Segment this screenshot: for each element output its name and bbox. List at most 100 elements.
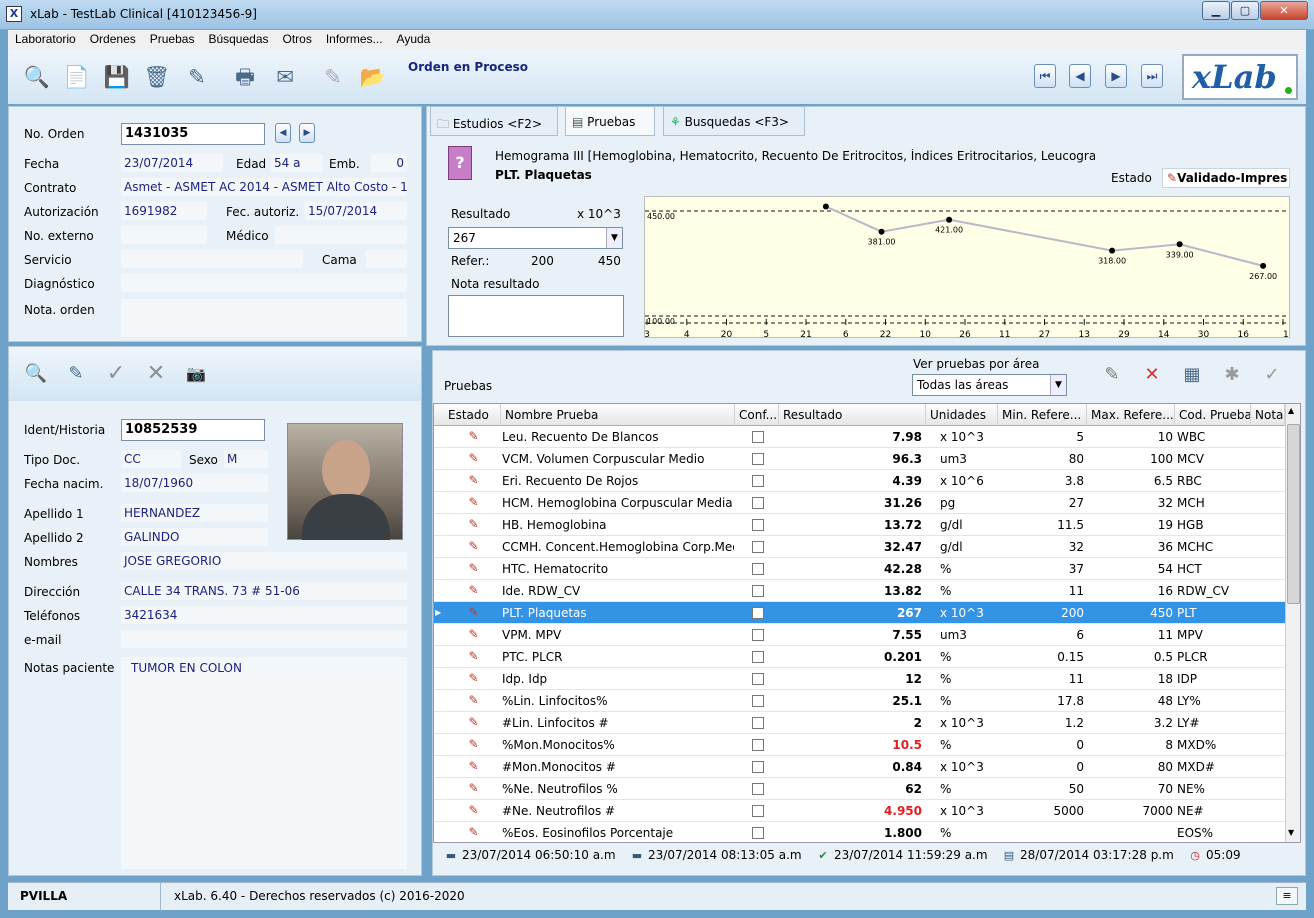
confirm-checkbox[interactable] xyxy=(752,453,764,465)
result-cell[interactable]: 7.98 xyxy=(779,426,922,448)
chevron-down-icon[interactable]: ▼ xyxy=(606,228,622,248)
confirm-checkbox[interactable] xyxy=(752,651,764,663)
table-row[interactable]: ✎ %Ne. Neutrofilos % 62% 50 70 NE% xyxy=(434,778,1285,800)
edit-status-icon[interactable]: ✎ xyxy=(466,737,481,752)
menu-laboratorio[interactable]: Laboratorio xyxy=(8,30,83,46)
confirm-checkbox[interactable] xyxy=(752,475,764,487)
col-max[interactable]: Max. Refere... xyxy=(1087,404,1175,426)
edit-status-icon[interactable]: ✎ xyxy=(466,715,481,730)
no-orden-input[interactable]: 1431035 xyxy=(121,123,265,145)
nota-orden-field[interactable] xyxy=(121,299,407,337)
tab-busquedas[interactable]: ⚘ Busquedas <F3> xyxy=(663,106,805,136)
result-cell[interactable]: 0.201 xyxy=(779,646,922,668)
edit-status-icon[interactable]: ✎ xyxy=(466,539,481,554)
ident-input[interactable]: 10852539 xyxy=(121,419,265,441)
confirm-checkbox[interactable] xyxy=(752,541,764,553)
prev-record-icon[interactable]: ◀ xyxy=(1069,64,1091,88)
col-conf[interactable]: Conf... xyxy=(735,404,779,426)
first-record-icon[interactable]: ⏮ xyxy=(1034,64,1056,88)
edit-status-icon[interactable]: ✎ xyxy=(466,693,481,708)
table-row[interactable]: ✎ PTC. PLCR 0.201% 0.15 0.5 PLCR xyxy=(434,646,1285,668)
grid-chart-icon[interactable]: ▦ xyxy=(1177,360,1207,390)
no-externo-field[interactable] xyxy=(121,226,207,244)
print-icon[interactable]: 🖶 xyxy=(230,62,260,92)
export-icon[interactable]: 📂 xyxy=(358,62,388,92)
notas-value[interactable]: TUMOR EN COLON xyxy=(121,657,407,869)
confirm-checkbox[interactable] xyxy=(752,739,764,751)
edit-status-icon[interactable]: ✎ xyxy=(466,451,481,466)
scroll-down-icon[interactable]: ▼ xyxy=(1288,828,1294,837)
delete-doc-icon[interactable]: 🗑 xyxy=(142,62,172,92)
col-unidades[interactable]: Unidades xyxy=(926,404,998,426)
menu-informes[interactable]: Informes... xyxy=(319,30,390,46)
table-row[interactable]: ✎ #Mon.Monocitos # 0.84 x 10^3 0 80 MXD# xyxy=(434,756,1285,778)
confirm-checkbox[interactable] xyxy=(752,761,764,773)
result-cell[interactable]: 12 xyxy=(779,668,922,690)
close-button[interactable]: ✕ xyxy=(1260,1,1308,20)
last-record-icon[interactable]: ⏭ xyxy=(1141,64,1163,88)
zoom-doc-icon[interactable]: 🔍 xyxy=(22,62,52,92)
table-row[interactable]: ✎ Eri. Recuento De Rojos 4.39 x 10^6 3.8 6.5 R… xyxy=(434,470,1285,492)
result-cell[interactable]: 7.55 xyxy=(779,624,922,646)
table-row[interactable]: ✎ VCM. Volumen Corpuscular Medio 96.3 um3 80… xyxy=(434,448,1285,470)
table-row[interactable]: ✎ VPM. MPV 7.55 um3 6 11 MPV xyxy=(434,624,1285,646)
col-min[interactable]: Min. Refere... xyxy=(998,404,1087,426)
result-cell[interactable]: 1.800 xyxy=(779,822,922,842)
next-order-icon[interactable]: ▶ xyxy=(299,123,315,143)
edit-status-icon[interactable]: ✎ xyxy=(466,605,481,620)
edit-status-icon[interactable]: ✎ xyxy=(466,561,481,576)
edit-icon[interactable]: ✎ xyxy=(182,62,212,92)
confirm-checkbox[interactable] xyxy=(752,497,764,509)
diagnostico-field[interactable] xyxy=(121,274,407,292)
new-doc-icon[interactable]: 📄 xyxy=(62,62,92,92)
result-cell[interactable]: 25.1 xyxy=(779,690,922,712)
area-select[interactable]: Todas las áreas ▼ xyxy=(912,374,1067,396)
notes-icon[interactable]: ≡ xyxy=(1276,887,1298,905)
chevron-down-icon[interactable]: ▼ xyxy=(1050,375,1066,395)
prev-order-icon[interactable]: ◀ xyxy=(275,123,291,143)
edit-status-icon[interactable]: ✎ xyxy=(466,781,481,796)
cama-field[interactable] xyxy=(366,250,407,268)
resultado-select[interactable]: 267 ▼ xyxy=(448,227,623,249)
medico-field[interactable] xyxy=(275,226,407,244)
result-cell[interactable]: 13.82 xyxy=(779,580,922,602)
grid-delete-icon[interactable]: ✕ xyxy=(1137,360,1167,390)
table-row[interactable]: ✎ %Eos. Eosinofilos Porcentaje 1.800% EOS% xyxy=(434,822,1285,842)
col-resultado[interactable]: Resultado xyxy=(779,404,926,426)
table-row[interactable]: ✎ Leu. Recuento De Blancos 7.98 x 10^3 5 10 WB… xyxy=(434,426,1285,448)
edit-status-icon[interactable]: ✎ xyxy=(466,759,481,774)
camera-icon[interactable]: 📷 xyxy=(181,359,211,389)
confirm-checkbox[interactable] xyxy=(752,519,764,531)
confirm-checkbox[interactable] xyxy=(752,783,764,795)
confirm-checkbox[interactable] xyxy=(752,431,764,443)
table-row[interactable]: ▶ ✎ PLT. Plaquetas 267 x 10^3 200 450 PLT xyxy=(434,602,1285,624)
scroll-up-icon[interactable]: ▲ xyxy=(1288,406,1294,415)
edit-status-icon[interactable]: ✎ xyxy=(466,429,481,444)
col-estado[interactable]: Estado xyxy=(444,404,501,426)
save-doc-icon[interactable]: 💾 xyxy=(102,62,132,92)
result-cell[interactable]: 267 xyxy=(779,602,922,624)
result-cell[interactable]: 2 xyxy=(779,712,922,734)
table-row[interactable]: ✎ Idp. Idp 12% 11 18 IDP xyxy=(434,668,1285,690)
search-patient-icon[interactable]: 🔍 xyxy=(21,359,51,389)
result-cell[interactable]: 4.950 xyxy=(779,800,922,822)
result-cell[interactable]: 13.72 xyxy=(779,514,922,536)
edit-patient-icon[interactable]: ✎ xyxy=(61,359,91,389)
grid-check-icon[interactable]: ✓ xyxy=(1257,360,1287,390)
result-cell[interactable]: 32.47 xyxy=(779,536,922,558)
edit-status-icon[interactable]: ✎ xyxy=(466,627,481,642)
table-row[interactable]: ✎ #Ne. Neutrofilos # 4.950 x 10^3 5000 7000 NE… xyxy=(434,800,1285,822)
col-codigo[interactable]: Cod. Prueba xyxy=(1175,404,1251,426)
email-field[interactable] xyxy=(121,630,407,648)
email-icon[interactable]: ✉ xyxy=(270,62,300,92)
result-cell[interactable]: 4.39 xyxy=(779,470,922,492)
confirm-checkbox[interactable] xyxy=(752,695,764,707)
edit-status-icon[interactable]: ✎ xyxy=(466,495,481,510)
nota-resultado-field[interactable] xyxy=(448,295,624,337)
scroll-thumb[interactable] xyxy=(1287,424,1300,604)
col-nota[interactable]: Nota xyxy=(1251,404,1285,426)
confirm-checkbox[interactable] xyxy=(752,827,764,839)
result-cell[interactable]: 96.3 xyxy=(779,448,922,470)
edit-status-icon[interactable]: ✎ xyxy=(466,517,481,532)
tab-estudios[interactable]: 🗀 Estudios <F2> xyxy=(430,106,558,136)
